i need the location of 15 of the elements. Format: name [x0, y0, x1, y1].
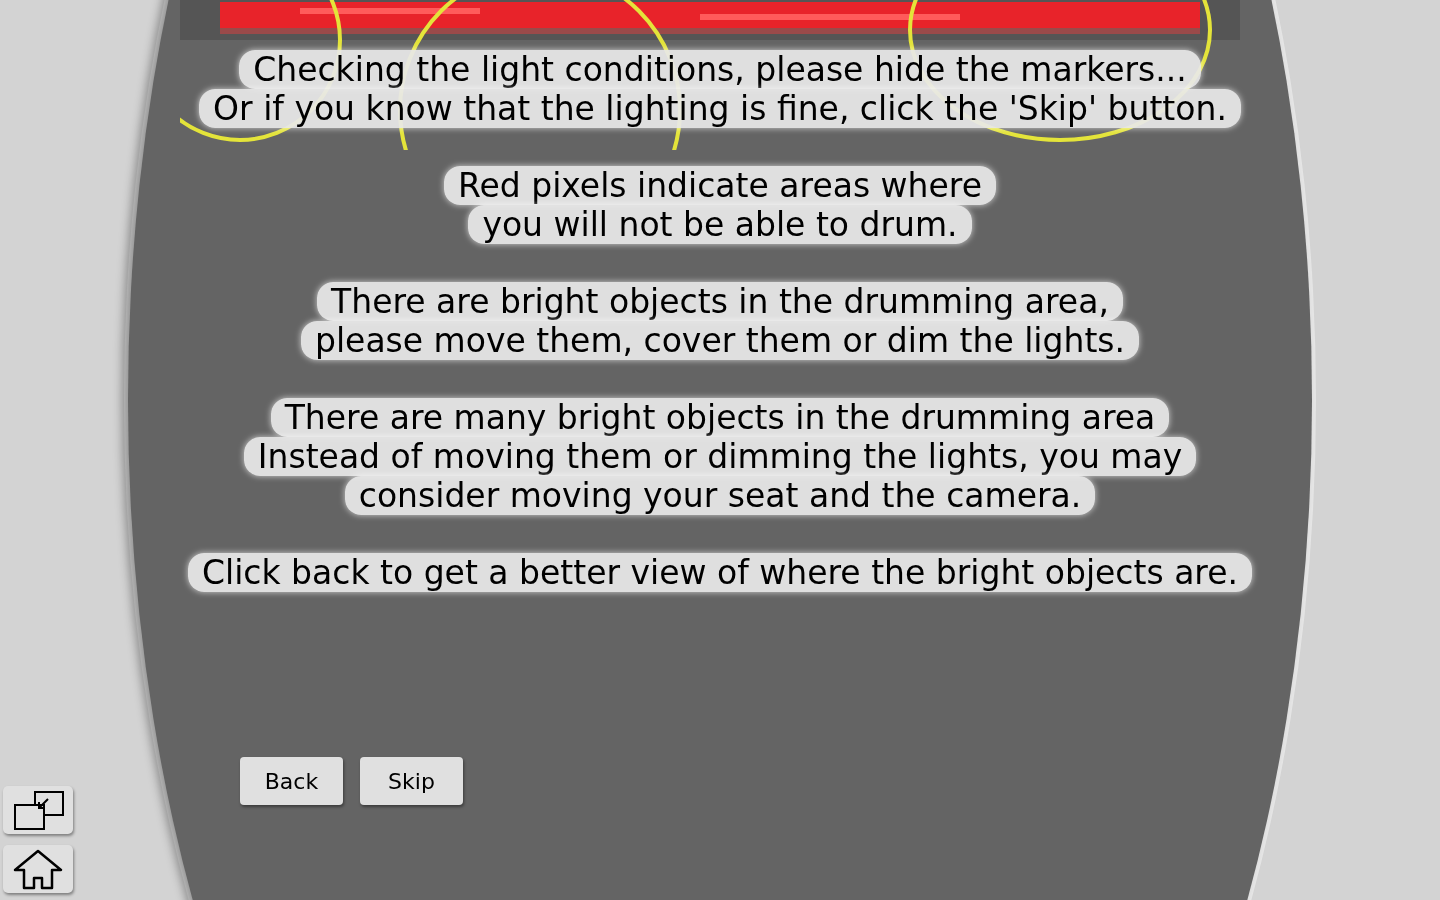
message-line: you will not be able to drum. — [468, 205, 972, 244]
back-button[interactable]: Back — [240, 757, 343, 805]
home-button[interactable] — [3, 845, 73, 893]
message-line: Red pixels indicate areas where — [444, 166, 996, 205]
message-line: Instead of moving them or dimming the lights, you may — [243, 437, 1197, 476]
window-button[interactable] — [3, 786, 73, 834]
skip-button[interactable]: Skip — [360, 757, 463, 805]
home-icon — [12, 848, 64, 890]
message-line: please move them, cover them or dim the lights. — [300, 321, 1139, 360]
message-line: There are many bright objects in the drumming area — [270, 398, 1170, 437]
message-line: There are bright objects in the drumming area, — [317, 282, 1123, 321]
message-line: consider moving your seat and the camera. — [344, 476, 1096, 515]
message-line: Click back to get a better view of where the bright objects are. — [188, 553, 1252, 592]
message-line: Checking the light conditions, please hide the markers... — [239, 50, 1201, 89]
message-line: Or if you know that the lighting is fine, click the 'Skip' button. — [199, 89, 1241, 128]
